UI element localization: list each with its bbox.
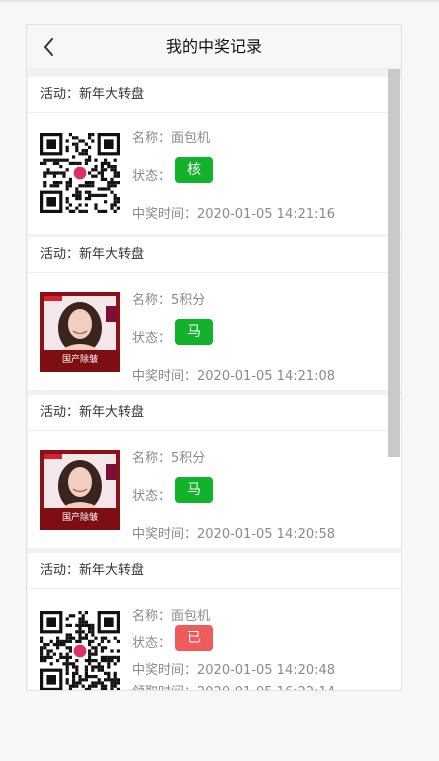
phone-frame: 我的中奖记录 活动：新年大转盘 名称：面包机 状态： 核销二维码 中奖时间：20… [26,24,402,691]
win-time: 中奖时间：2020-01-05 14:20:58 [132,527,336,542]
prize-name: 名称：面包机 [132,131,211,146]
activity-name: 活动：新年大转盘 [40,405,145,420]
claim-time: 领取时间：2020-01-05 16:22:14 [132,681,335,690]
record-list[interactable]: 活动：新年大转盘 名称：面包机 状态： 核销二维码 中奖时间：2020-01-0… [27,77,401,690]
win-time: 中奖时间：2020-01-05 14:20:48 [132,663,336,678]
card-header: 活动：新年大转盘 [28,553,401,589]
nav-header: 我的中奖记录 [27,25,401,69]
promo-poster-image: 国产除皱 [40,450,120,530]
qr-code-image [40,133,120,213]
top-divider [0,0,439,2]
activity-name: 活动：新年大转盘 [40,87,145,102]
page-title: 我的中奖记录 [165,37,262,56]
prize-name: 名称：面包机 [132,609,211,624]
status-label: 状态： [132,169,172,184]
verify-qr-button[interactable]: 核销二维码 [175,157,213,282]
status-label: 状态： [132,331,172,346]
scrollbar-thumb[interactable] [388,69,400,457]
promo-poster-image: 国产除皱 [40,292,120,372]
claimed-badge: 已领取 [175,625,213,690]
activity-name: 活动：新年大转盘 [40,563,145,578]
prize-name: 名称：5积分 [132,293,206,308]
activity-name: 活动：新年大转盘 [40,247,145,262]
record-card: 活动：新年大转盘 国产除皱 名称：5积分 状态： 马上领 中奖时间：2020-0… [28,237,401,418]
poster-caption: 国产除皱 [61,355,98,365]
claim-now-button[interactable]: 马上领取 [175,477,213,576]
poster-caption: 国产除皱 [61,513,98,523]
record-card: 活动：新年大转盘 名称：面包机 状态： 核销二维码 中奖时间：2020-01-0… [28,77,401,282]
claim-now-button[interactable]: 马上领取 [175,319,213,418]
card-header: 活动：新年大转盘 [28,395,401,431]
record-card: 活动：新年大转盘 国产除皱 名称：5积分 状态： 马上领 中奖时间：2020-0… [28,395,401,576]
win-time: 中奖时间：2020-01-05 14:21:08 [132,369,336,384]
qr-code-icon [40,611,120,690]
prize-name: 名称：5积分 [132,451,206,466]
win-time: 中奖时间：2020-01-05 14:21:16 [132,207,336,222]
status-label: 状态： [132,489,172,504]
qr-code-image [40,611,120,690]
status-label: 状态： [132,636,172,651]
qr-code-icon [40,133,120,213]
record-card: 活动：新年大转盘 名称：面包机 状态： 已领取 中奖时间：2020-01-05 … [28,553,401,690]
card-header: 活动：新年大转盘 [28,237,401,273]
card-header: 活动：新年大转盘 [28,77,401,113]
